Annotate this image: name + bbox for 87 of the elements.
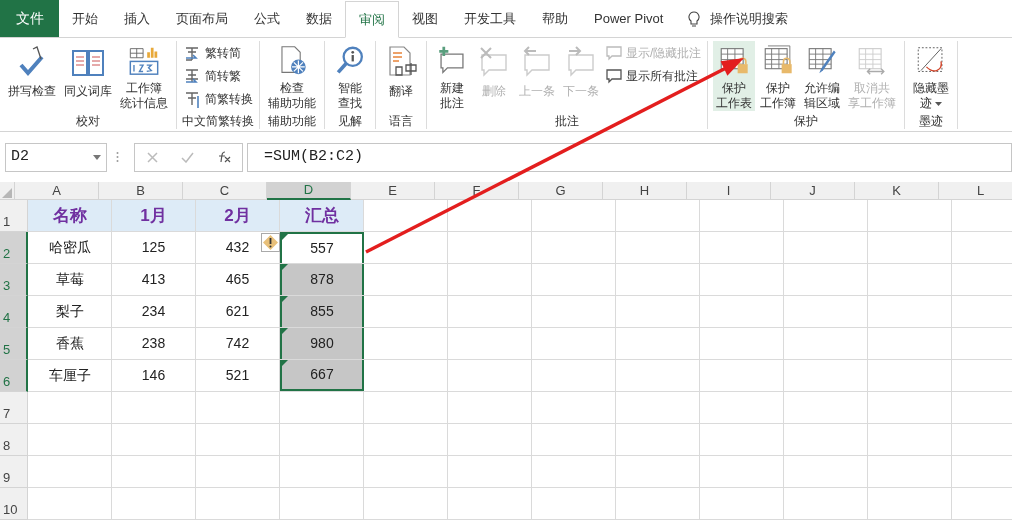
ribbon-tab[interactable]: 页面布局 [163,1,241,37]
row-header[interactable]: 9 [0,456,28,488]
comment-icon [605,67,623,85]
grip-icon [116,151,119,163]
ribbon-tab[interactable]: 数据 [293,1,345,37]
ribbon-button[interactable]: 简转繁 [182,66,254,86]
ribbon-button[interactable]: 智能 查找 [330,41,370,111]
ribbon-button[interactable]: 检查 辅助功能 [265,41,319,111]
ribbon-button[interactable]: 新建 批注 [432,41,472,111]
column-header[interactable]: I [687,182,771,200]
enter-icon[interactable] [180,151,194,163]
ribbon-button[interactable]: 拼写检查 [5,41,59,111]
comment-icon [605,44,623,62]
group-label: 保护 [794,113,819,129]
row-header[interactable]: 3 [0,264,28,296]
group-label: 中文简繁转换 [182,113,254,129]
ribbon-tab[interactable]: 公式 [241,1,293,37]
ribbon-tab[interactable]: Power Pivot [581,1,677,37]
column-header[interactable]: J [771,182,855,200]
table-cell[interactable]: 车厘子 [28,360,112,391]
table-cell[interactable]: 香蕉 [28,328,112,359]
table-cell[interactable]: 432 [196,232,280,263]
select-all-icon[interactable] [2,188,12,198]
group-label: 见解 [338,113,362,129]
ribbon-button[interactable]: 保护 工作簿 [757,41,800,111]
error-indicator-icon [282,234,288,240]
ribbon-button[interactable]: 隐藏墨 迹 [910,41,953,111]
row-header[interactable]: 4 [0,296,28,328]
table-cell[interactable]: 146 [112,360,196,391]
row-header[interactable]: 10 [0,488,28,520]
table-cell[interactable]: 878 [280,264,364,295]
cancel-icon[interactable] [146,151,158,163]
ribbon-tab[interactable]: 文件 [0,0,59,37]
table-cell[interactable]: 汇总 [280,200,364,231]
ribbon-button[interactable]: 工作簿 统计信息 [117,41,171,111]
ribbon-tab[interactable]: 审阅 [345,1,399,38]
table-cell[interactable]: 980 [280,328,364,359]
ribbon-button[interactable]: 显示所有批注 [604,66,703,86]
insert-function-icon[interactable] [216,151,231,163]
group-label: 语言 [389,113,413,129]
row-header[interactable]: 8 [0,424,28,456]
ribbon-button[interactable]: 同义词库 [61,41,115,111]
lightbulb-icon [688,10,701,28]
column-header[interactable]: H [603,182,687,200]
dropdown-icon [93,154,101,160]
column-header[interactable]: G [519,182,603,200]
row-header[interactable]: 1 [0,200,28,232]
workbook-stats-icon [127,45,161,76]
table-cell[interactable]: 238 [112,328,196,359]
row-header[interactable]: 2 [0,232,28,264]
row-header[interactable]: 7 [0,392,28,424]
group-label: 校对 [76,113,100,129]
table-cell[interactable]: 125 [112,232,196,263]
column-header[interactable]: D [267,182,351,200]
table-cell[interactable]: 667 [280,360,364,391]
row-header[interactable]: 5 [0,328,28,360]
caret-icon [935,101,943,106]
group-label: 批注 [555,113,580,129]
column-header[interactable]: K [855,182,939,200]
ribbon-button[interactable]: 翻译 [381,41,421,111]
ribbon-button[interactable]: 繁转简 [182,43,254,63]
convert-icon [183,90,202,108]
name-box[interactable]: D2 [5,142,107,172]
group-label: 墨迹 [919,113,944,129]
column-header[interactable]: L [939,182,1012,200]
group-label: 辅助功能 [268,113,316,129]
table-cell[interactable]: 1月 [112,200,196,231]
warning-icon[interactable] [261,233,280,252]
table-cell[interactable]: 名称 [28,200,112,231]
row-header[interactable]: 6 [0,360,28,392]
table-cell[interactable]: 哈密瓜 [28,232,112,263]
formula-field[interactable]: =SUM(B2:C2) [247,142,1012,172]
ribbon-tab[interactable]: 插入 [111,1,163,37]
ribbon-button[interactable]: 简繁转换 [182,89,254,109]
tell-me-search[interactable]: 操作说明搜索 [710,9,789,29]
table-cell[interactable]: 梨子 [28,296,112,327]
table-cell[interactable]: 855 [280,296,364,327]
ribbon-button[interactable]: 保护 工作表 [713,41,756,111]
ribbon-button[interactable]: 允许编 辑区域 [801,41,844,111]
ribbon-tab[interactable]: 帮助 [529,1,581,37]
table-cell[interactable]: 234 [112,296,196,327]
table-cell[interactable]: 草莓 [28,264,112,295]
ribbon-tab[interactable]: 开始 [59,1,111,37]
ribbon-tab[interactable]: 视图 [399,1,451,37]
ribbon-tab[interactable]: 开发工具 [451,1,529,37]
table-cell[interactable]: 413 [112,264,196,295]
table-cell[interactable]: 2月 [196,200,280,231]
